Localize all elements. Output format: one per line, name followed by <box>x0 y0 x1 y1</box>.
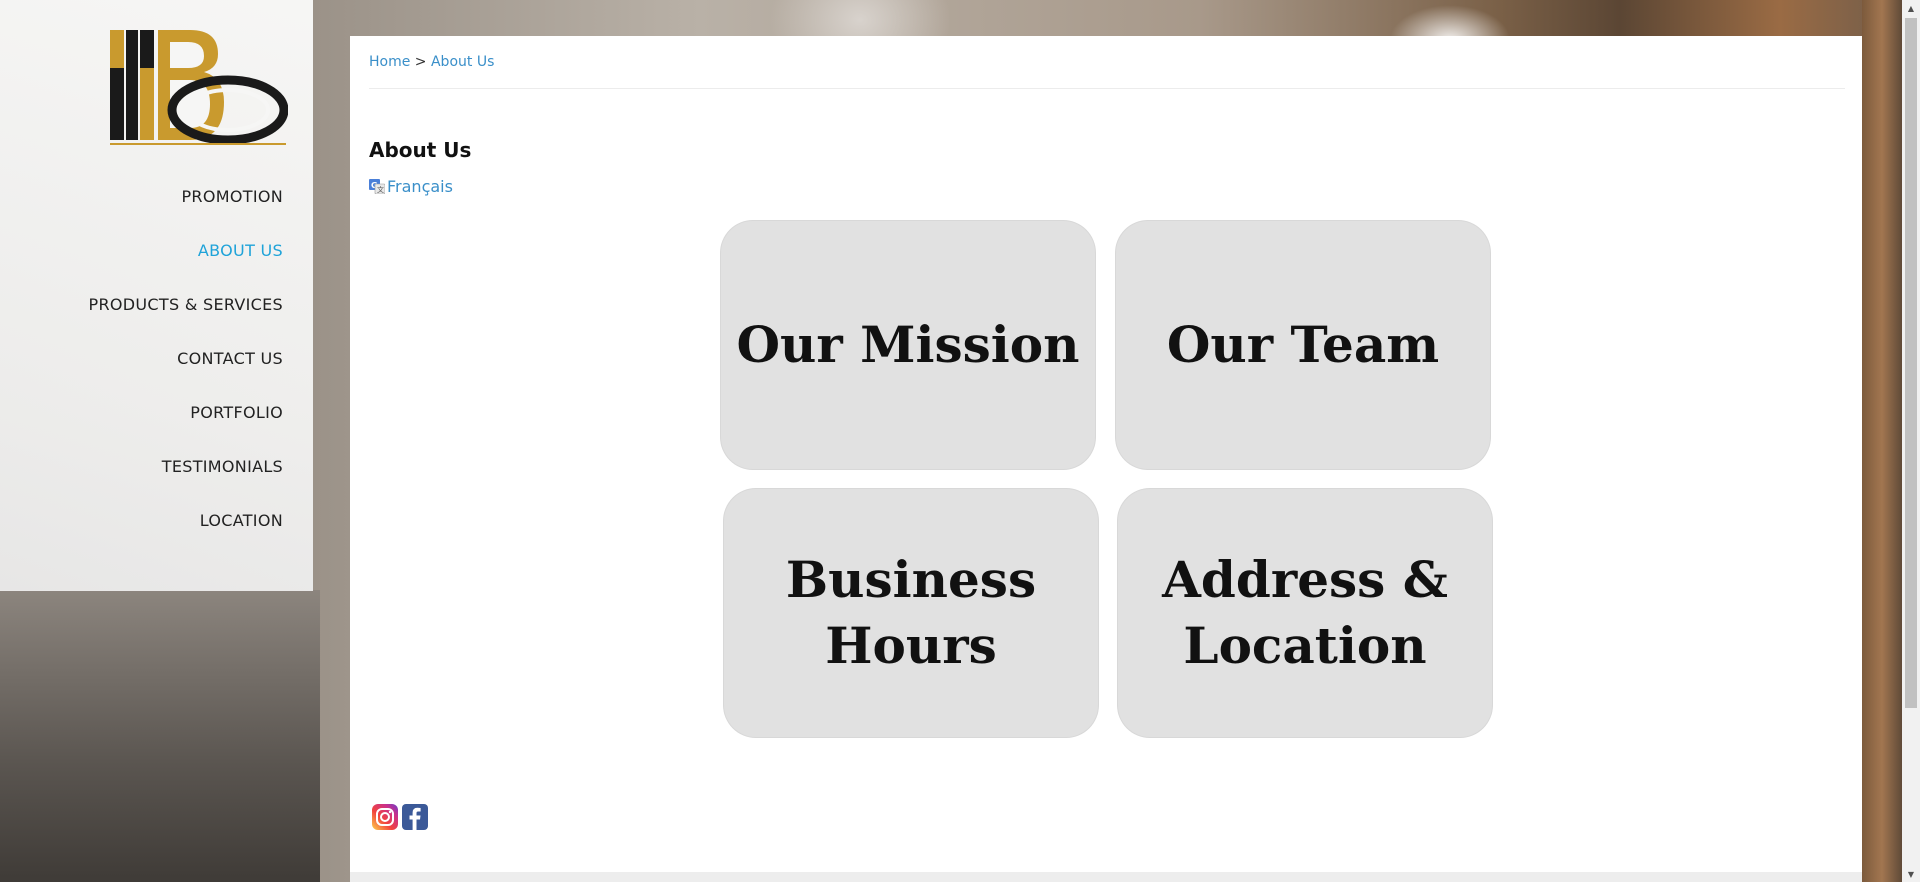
card-address-location[interactable]: Address & Location <box>1118 489 1492 737</box>
nav-item-location[interactable]: LOCATION <box>89 504 283 558</box>
svg-text:文: 文 <box>377 185 384 194</box>
breadcrumb: Home > About Us <box>369 54 494 70</box>
nav-item-testimonials[interactable]: TESTIMONIALS <box>89 450 283 504</box>
facebook-icon[interactable] <box>402 804 428 830</box>
scroll-up-arrow-icon[interactable]: ▲ <box>1902 0 1920 16</box>
nav-item-about-us[interactable]: ABOUT US <box>89 234 283 288</box>
breadcrumb-separator: > <box>414 54 427 70</box>
page-title: About Us <box>369 138 472 162</box>
social-links <box>372 804 428 830</box>
breadcrumb-current-link[interactable]: About Us <box>431 54 494 70</box>
translate-label: Français <box>387 176 453 196</box>
nav-item-promotion[interactable]: PROMOTION <box>89 180 283 234</box>
breadcrumb-home-link[interactable]: Home <box>369 54 410 70</box>
main-content: Home > About Us About Us G 文 Français Ou… <box>350 36 1862 882</box>
background-floor <box>0 590 320 882</box>
nav-item-contact-us[interactable]: CONTACT US <box>89 342 283 396</box>
nav-item-portfolio[interactable]: PORTFOLIO <box>89 396 283 450</box>
main-navigation: PROMOTION ABOUT US PRODUCTS & SERVICES C… <box>89 180 283 558</box>
card-address-location-label: Address & Location <box>1162 550 1448 675</box>
background-wood-panel <box>1862 0 1902 882</box>
scrollbar-thumb[interactable] <box>1905 18 1917 708</box>
panel-footer-strip <box>350 872 1862 882</box>
card-our-mission[interactable]: Our Mission <box>721 221 1095 469</box>
nav-item-products-services[interactable]: PRODUCTS & SERVICES <box>89 288 283 342</box>
breadcrumb-divider <box>369 88 1845 89</box>
card-business-hours[interactable]: Business Hours <box>724 489 1098 737</box>
translate-icon: G 文 <box>369 178 386 195</box>
translate-link[interactable]: G 文 Français <box>369 176 453 196</box>
sidebar: PROMOTION ABOUT US PRODUCTS & SERVICES C… <box>0 0 313 591</box>
company-logo[interactable] <box>108 28 289 146</box>
card-our-mission-label: Our Mission <box>736 315 1080 374</box>
page-scrollbar[interactable]: ▲ ▼ <box>1902 0 1920 882</box>
card-business-hours-label: Business Hours <box>785 550 1037 675</box>
card-our-team-label: Our Team <box>1166 315 1440 374</box>
instagram-icon[interactable] <box>372 804 398 830</box>
scroll-down-arrow-icon[interactable]: ▼ <box>1902 866 1920 882</box>
card-our-team[interactable]: Our Team <box>1116 221 1490 469</box>
